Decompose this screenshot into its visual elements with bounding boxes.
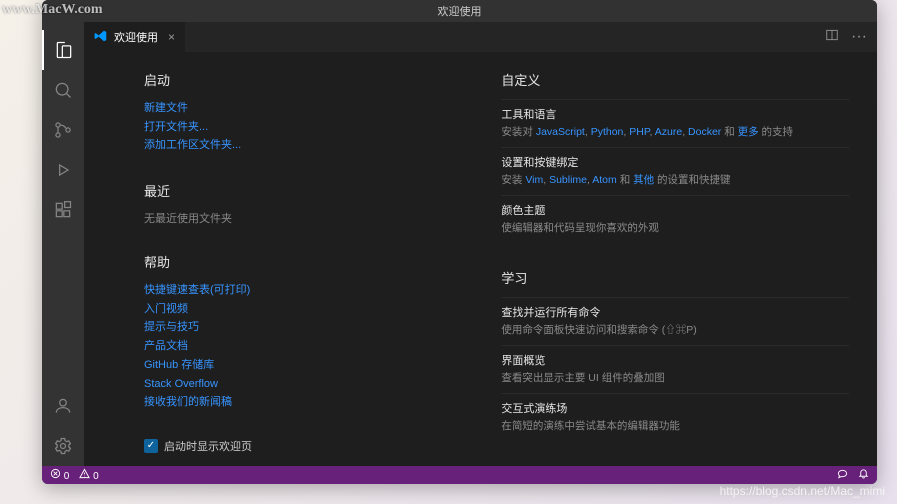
errors-indicator[interactable]: 0	[50, 468, 69, 482]
keymaps-block: 设置和按键绑定 安装 Vim, Sublime, Atom 和 其他 的设置和快…	[501, 147, 849, 195]
keymaps-desc: 安装 Vim, Sublime, Atom 和 其他 的设置和快捷键	[501, 173, 849, 189]
learn-section: 学习 查找并运行所有命令 使用命令面板快速访问和搜索命令 (⇧⌘P) 界面概览 …	[501, 268, 849, 440]
vscode-logo-icon	[94, 29, 108, 46]
link-azure[interactable]: Azure	[655, 126, 682, 138]
main-area: 欢迎使用 × ··· 启动 新建文件 打开文件夹...	[42, 22, 877, 466]
playground-block: 交互式演练场 在简短的演练中尝试基本的编辑器功能	[501, 393, 849, 441]
tab-actions: ···	[825, 22, 877, 52]
recent-section: 最近 无最近使用文件夹	[144, 181, 411, 226]
left-column: 启动 新建文件 打开文件夹... 添加工作区文件夹... 最近 无最近使用文件夹…	[144, 70, 411, 456]
watermark-bottom-right: https://blog.csdn.net/Mac_mimi	[720, 484, 885, 498]
split-editor-icon[interactable]	[825, 28, 839, 47]
activity-bar	[42, 22, 84, 466]
help-docs-link[interactable]: 产品文档	[144, 337, 411, 356]
new-file-link[interactable]: 新建文件	[144, 99, 411, 118]
explorer-icon[interactable]	[42, 30, 84, 70]
overview-head: 界面概览	[501, 352, 849, 368]
start-title: 启动	[144, 70, 411, 89]
link-vim[interactable]: Vim	[525, 174, 543, 186]
show-on-startup-row[interactable]: ✓ 启动时显示欢迎页	[144, 438, 411, 454]
close-icon[interactable]: ×	[168, 30, 175, 44]
link-php[interactable]: PHP	[629, 126, 649, 138]
tools-desc: 安装对 JavaScript, Python, PHP, Azure, Dock…	[501, 125, 849, 141]
help-stackoverflow-link[interactable]: Stack Overflow	[144, 375, 411, 394]
warnings-indicator[interactable]: 0	[79, 468, 98, 482]
playground-desc: 在简短的演练中尝试基本的编辑器功能	[501, 419, 849, 435]
source-control-icon[interactable]	[42, 110, 84, 150]
keymaps-head: 设置和按键绑定	[501, 154, 849, 170]
help-newsletter-link[interactable]: 接收我们的新闻稿	[144, 393, 411, 412]
tools-block: 工具和语言 安装对 JavaScript, Python, PHP, Azure…	[501, 99, 849, 147]
link-javascript[interactable]: JavaScript	[536, 126, 585, 138]
show-on-startup-label: 启动时显示欢迎页	[164, 438, 252, 454]
link-atom[interactable]: Atom	[592, 174, 617, 186]
help-tips-link[interactable]: 提示与技巧	[144, 318, 411, 337]
recent-title: 最近	[144, 181, 411, 200]
help-videos-link[interactable]: 入门视频	[144, 300, 411, 319]
help-section: 帮助 快捷键速查表(可打印) 入门视频 提示与技巧 产品文档 GitHub 存储…	[144, 252, 411, 412]
customize-title: 自定义	[501, 70, 849, 89]
link-docker[interactable]: Docker	[688, 126, 721, 138]
statusbar: 0 0	[42, 466, 877, 484]
welcome-page: 启动 新建文件 打开文件夹... 添加工作区文件夹... 最近 无最近使用文件夹…	[84, 52, 877, 466]
theme-block: 颜色主题 使编辑器和代码呈现你喜欢的外观	[501, 195, 849, 243]
theme-desc: 使编辑器和代码呈现你喜欢的外观	[501, 221, 849, 237]
more-actions-icon[interactable]: ···	[851, 28, 867, 46]
tab-bar: 欢迎使用 × ···	[84, 22, 877, 52]
accounts-icon[interactable]	[42, 386, 84, 426]
theme-head: 颜色主题	[501, 202, 849, 218]
link-more[interactable]: 更多	[738, 126, 759, 138]
commands-desc: 使用命令面板快速访问和搜索命令 (⇧⌘P)	[501, 323, 849, 339]
feedback-icon[interactable]	[837, 468, 848, 482]
add-workspace-link[interactable]: 添加工作区文件夹...	[144, 136, 411, 155]
link-sublime[interactable]: Sublime	[549, 174, 587, 186]
checkbox-checked-icon[interactable]: ✓	[144, 439, 158, 453]
titlebar-title: 欢迎使用	[438, 3, 482, 19]
link-python[interactable]: Python	[591, 126, 624, 138]
customize-section: 自定义 工具和语言 安装对 JavaScript, Python, PHP, A…	[501, 70, 849, 242]
vscode-window: 欢迎使用	[42, 0, 877, 484]
help-cheatsheet-link[interactable]: 快捷键速查表(可打印)	[144, 281, 411, 300]
help-title: 帮助	[144, 252, 411, 271]
commands-block: 查找并运行所有命令 使用命令面板快速访问和搜索命令 (⇧⌘P)	[501, 297, 849, 345]
settings-gear-icon[interactable]	[42, 426, 84, 466]
debug-icon[interactable]	[42, 150, 84, 190]
recent-empty: 无最近使用文件夹	[144, 210, 411, 226]
editor-area: 欢迎使用 × ··· 启动 新建文件 打开文件夹...	[84, 22, 877, 466]
learn-title: 学习	[501, 268, 849, 287]
extensions-icon[interactable]	[42, 190, 84, 230]
link-other[interactable]: 其他	[633, 174, 654, 186]
right-column: 自定义 工具和语言 安装对 JavaScript, Python, PHP, A…	[501, 70, 849, 456]
titlebar: 欢迎使用	[42, 0, 877, 22]
watermark-top-left: www.MacW.com	[2, 2, 103, 18]
overview-desc: 查看突出显示主要 UI 组件的叠加图	[501, 371, 849, 387]
tab-label: 欢迎使用	[114, 29, 158, 45]
commands-head: 查找并运行所有命令	[501, 304, 849, 320]
tab-welcome[interactable]: 欢迎使用 ×	[84, 22, 185, 52]
playground-head: 交互式演练场	[501, 400, 849, 416]
search-icon[interactable]	[42, 70, 84, 110]
overview-block: 界面概览 查看突出显示主要 UI 组件的叠加图	[501, 345, 849, 393]
notifications-icon[interactable]	[858, 468, 869, 482]
help-github-link[interactable]: GitHub 存储库	[144, 356, 411, 375]
start-section: 启动 新建文件 打开文件夹... 添加工作区文件夹...	[144, 70, 411, 155]
tools-head: 工具和语言	[501, 106, 849, 122]
open-folder-link[interactable]: 打开文件夹...	[144, 118, 411, 137]
